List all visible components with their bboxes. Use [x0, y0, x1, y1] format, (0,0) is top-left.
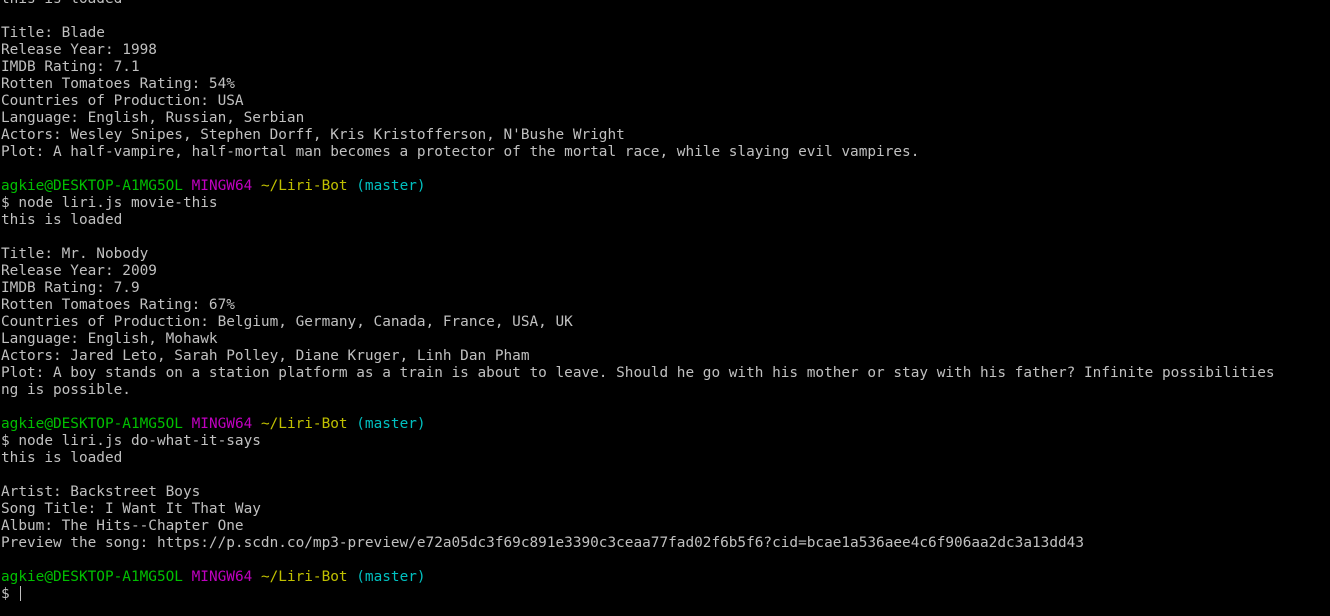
movie-rt-line: Rotten Tomatoes Rating: 54% [1, 76, 235, 92]
movie-plot-line: Plot: A boy stands on a station platform… [1, 365, 1275, 381]
prompt-user-host: agkie@DESKTOP-A1MG5OL [1, 569, 183, 585]
terminal-window[interactable]: this is loaded Title: Blade Release Year… [0, 0, 1330, 616]
prompt-cwd: ~/Liri-Bot [260, 178, 348, 194]
movie-year-line: Release Year: 2009 [1, 263, 157, 279]
song-artist-line: Artist: Backstreet Boys [1, 484, 201, 500]
output-line: this is loaded [1, 212, 123, 228]
song-preview-line: Preview the song: https://p.scdn.co/mp3-… [1, 535, 1084, 551]
command-line: $ node liri.js do-what-it-says [1, 433, 261, 449]
prompt-cwd: ~/Liri-Bot [260, 416, 348, 432]
prompt-msystem: MINGW64 [191, 178, 253, 194]
movie-plot-line: Plot: A half-vampire, half-mortal man be… [1, 144, 920, 160]
movie-language-line: Language: English, Russian, Serbian [1, 110, 305, 126]
prompt-cwd: ~/Liri-Bot [260, 569, 348, 585]
movie-plot-line-wrap: ng is possible. [1, 382, 131, 398]
prompt-msystem: MINGW64 [191, 416, 253, 432]
prompt-user-host: agkie@DESKTOP-A1MG5OL [1, 178, 183, 194]
movie-title-line: Title: Mr. Nobody [1, 246, 149, 262]
text-cursor[interactable] [20, 586, 22, 601]
movie-language-line: Language: English, Mohawk [1, 331, 218, 347]
input-line[interactable]: $ [1, 586, 1330, 603]
movie-countries-line: Countries of Production: USA [1, 93, 244, 109]
movie-countries-line: Countries of Production: Belgium, German… [1, 314, 573, 330]
movie-imdb-line: IMDB Rating: 7.1 [1, 59, 140, 75]
output-line: this is loaded [1, 450, 123, 466]
command-line: $ node liri.js movie-this [1, 195, 218, 211]
prompt-symbol: $ [1, 586, 10, 602]
prompt-msystem: MINGW64 [191, 569, 253, 585]
movie-actors-line: Actors: Wesley Snipes, Stephen Dorff, Kr… [1, 127, 625, 143]
prompt-git-branch: (master) [356, 178, 426, 194]
prompt-user-host: agkie@DESKTOP-A1MG5OL [1, 416, 183, 432]
song-title-line: Song Title: I Want It That Way [1, 501, 261, 517]
song-album-line: Album: The Hits--Chapter One [1, 518, 244, 534]
movie-actors-line: Actors: Jared Leto, Sarah Polley, Diane … [1, 348, 530, 364]
prompt-git-branch: (master) [356, 416, 426, 432]
movie-imdb-line: IMDB Rating: 7.9 [1, 280, 140, 296]
terminal-output: this is loaded Title: Blade Release Year… [1, 0, 1330, 603]
prompt-line: agkie@DESKTOP-A1MG5OL MINGW64 ~/Liri-Bot… [1, 416, 1330, 433]
output-line: this is loaded [1, 0, 1330, 8]
movie-rt-line: Rotten Tomatoes Rating: 67% [1, 297, 235, 313]
prompt-line: agkie@DESKTOP-A1MG5OL MINGW64 ~/Liri-Bot… [1, 569, 1330, 586]
movie-year-line: Release Year: 1998 [1, 42, 157, 58]
prompt-git-branch: (master) [356, 569, 426, 585]
prompt-line: agkie@DESKTOP-A1MG5OL MINGW64 ~/Liri-Bot… [1, 178, 1330, 195]
movie-title-line: Title: Blade [1, 25, 105, 41]
